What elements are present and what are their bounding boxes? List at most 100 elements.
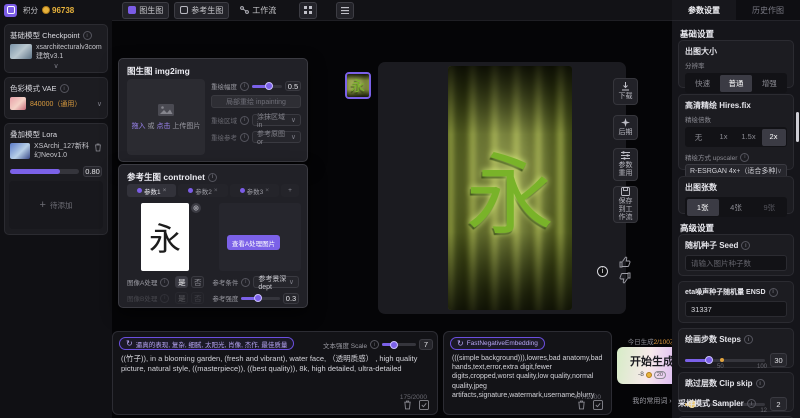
preprocess-yes-button[interactable]: 是 xyxy=(175,276,188,288)
upscaler-info-icon[interactable]: i xyxy=(740,153,749,162)
controlnet-tab-3[interactable]: 参数3 × xyxy=(230,184,279,197)
inpainting-button[interactable]: 局部重绘 inpainting xyxy=(211,95,301,108)
count-option-4[interactable]: 4张 xyxy=(720,199,752,216)
sampler-title-text: 采样模式 Sampler xyxy=(678,398,744,409)
chevron-down-icon: ∨ xyxy=(53,63,58,70)
menu-button[interactable] xyxy=(336,2,354,19)
clip-skip-info-icon[interactable]: i xyxy=(756,379,765,388)
controlnet-source-image[interactable]: 永 xyxy=(141,203,189,271)
resolution-option-fast[interactable]: 快速 xyxy=(687,75,719,92)
image-settings-button[interactable] xyxy=(191,203,201,213)
upscale-option-2x[interactable]: 2x xyxy=(762,129,786,146)
upscale-option-1x[interactable]: 1x xyxy=(712,129,736,146)
tab-history[interactable]: 历史作图 xyxy=(736,0,800,20)
dislike-button[interactable] xyxy=(619,272,631,284)
upscale-option-1-5x[interactable]: 1.5x xyxy=(737,129,761,146)
thumb-glyph: 永 xyxy=(347,74,369,97)
close-icon[interactable]: × xyxy=(265,187,269,194)
settings-scrollbar[interactable] xyxy=(796,112,799,142)
checkpoint-expand[interactable]: ∨ xyxy=(5,62,107,70)
vae-selector[interactable]: 840000（通用） ∨ xyxy=(5,97,107,110)
steps-info-icon[interactable]: i xyxy=(744,335,753,344)
scale-info-icon[interactable]: i xyxy=(370,340,379,349)
sampler-info-icon[interactable]: i xyxy=(747,399,756,408)
clear-prompt-icon[interactable] xyxy=(403,400,412,410)
checkpoint-selector[interactable]: xsarchitecturalv3com建筑v3.1 xyxy=(5,43,107,62)
checkpoint-info-icon[interactable]: i xyxy=(83,31,92,40)
coin-icon xyxy=(42,6,50,14)
image-info-button[interactable]: i xyxy=(597,266,608,277)
preprocess-no-button[interactable]: 否 xyxy=(191,276,204,288)
region-dropdown[interactable]: 涂抹区域 in ∨ xyxy=(252,114,301,126)
download-button[interactable]: 下载 xyxy=(613,78,638,105)
clear-negative-icon[interactable] xyxy=(577,400,586,410)
resolution-option-enhanced[interactable]: 增强 xyxy=(753,75,785,92)
image-upload-dropzone[interactable]: 拖入 或 点击 上传图片 xyxy=(127,79,205,155)
tab-history-label: 历史作图 xyxy=(752,5,784,16)
grid-view-button[interactable] xyxy=(299,2,317,19)
upscale-option-none[interactable]: 无 xyxy=(687,129,711,146)
controlnet-tab-1[interactable]: 参数1 × xyxy=(127,184,176,197)
close-icon[interactable]: × xyxy=(163,187,167,194)
controlnet-tab-2[interactable]: 参数2 × xyxy=(178,184,227,197)
reuse-params-button[interactable]: 参数重用 xyxy=(613,148,638,181)
region-info-icon[interactable]: i xyxy=(240,116,249,125)
vae-info-icon[interactable]: i xyxy=(60,84,69,93)
controlnet-info-icon[interactable]: i xyxy=(208,173,217,182)
seed-input[interactable]: 请输入图片种子数 xyxy=(685,255,787,271)
vae-value: 840000（通用） xyxy=(30,99,93,109)
trash-icon[interactable] xyxy=(94,143,102,152)
advanced-settings-section: 高级设置 xyxy=(680,222,714,234)
reference-dropdown[interactable]: 参考原图 or ∨ xyxy=(252,131,301,143)
condition-value: 参考景深 dept xyxy=(258,274,289,291)
denoise-info-icon[interactable]: i xyxy=(240,82,249,91)
cn-weight-slider[interactable] xyxy=(241,297,280,300)
upload-drag-label: 拖入 xyxy=(132,123,146,130)
app-logo[interactable] xyxy=(4,4,17,17)
add-controlnet-tab-button[interactable]: + xyxy=(281,184,299,197)
reference-info-icon[interactable]: i xyxy=(240,133,249,142)
lora-item[interactable]: XSArchi_127新科幻Neov1.0 xyxy=(5,143,107,160)
translate-chip[interactable]: ↻ 逼真的表现, 复杂, 细腻, 太阳光, 肖像, 杰作, 最佳质量 xyxy=(119,337,294,350)
resolution-option-normal[interactable]: 普通 xyxy=(720,75,752,92)
denoise-slider[interactable] xyxy=(252,85,282,88)
preprocess2-yes-button[interactable]: 是 xyxy=(175,292,188,304)
lora-thumbnail xyxy=(10,143,30,159)
postprocess-button[interactable]: 后期 xyxy=(613,115,638,140)
save-negative-icon[interactable] xyxy=(593,400,603,410)
add-lora-button[interactable]: + 待添加 xyxy=(9,181,103,229)
tab-parameter-settings[interactable]: 参数设置 xyxy=(672,0,736,20)
lora-weight-slider[interactable] xyxy=(10,169,79,174)
view-preprocess-button[interactable]: 查看A处理图片 xyxy=(227,235,280,250)
like-button[interactable] xyxy=(619,256,631,268)
lora-name: XSArchi_127新科幻Neov1.0 xyxy=(34,143,90,160)
generated-image[interactable]: 永 xyxy=(448,66,572,310)
condition-info-icon[interactable]: i xyxy=(241,278,250,287)
tab-workflow[interactable]: 工作流 xyxy=(235,3,281,18)
inpainting-label: 局部重绘 inpainting xyxy=(226,97,286,107)
translate-chip-text: 逼真的表现, 复杂, 细腻, 太阳光, 肖像, 杰作, 最佳质量 xyxy=(136,339,288,349)
positive-prompt-input[interactable]: ((竹子)), in a blooming garden, (fresh and… xyxy=(121,354,431,400)
result-thumbnail-selected[interactable]: 永 xyxy=(345,72,371,99)
scale-slider[interactable] xyxy=(382,343,416,346)
tab-workflow-label: 工作流 xyxy=(252,5,276,16)
save-prompt-icon[interactable] xyxy=(419,400,429,410)
steps-slider[interactable]: 50 100 xyxy=(685,359,765,362)
tab-dot-icon xyxy=(137,188,142,193)
ensd-info-icon[interactable]: i xyxy=(769,288,778,297)
ensd-input[interactable]: 31337 xyxy=(685,301,787,317)
preprocess-info-icon[interactable]: i xyxy=(160,278,169,287)
checkpoint-thumbnail xyxy=(10,44,32,59)
save-to-workflow-button[interactable]: 保存到工作流 xyxy=(613,186,638,223)
preprocess2-no-button[interactable]: 否 xyxy=(191,292,204,304)
negative-embedding-chip[interactable]: ↻ FastNegativeEmbedding xyxy=(450,337,545,350)
tab-img2img[interactable]: 图生图 xyxy=(122,2,169,19)
tab-reference[interactable]: 参考生图 xyxy=(174,2,229,19)
close-icon[interactable]: × xyxy=(214,187,218,194)
count-option-1[interactable]: 1张 xyxy=(687,199,719,216)
seed-info-icon[interactable]: i xyxy=(741,241,750,250)
count-option-9[interactable]: 9张 xyxy=(753,199,785,216)
tab-img2img-label: 图生图 xyxy=(139,5,163,16)
credits-value: 96738 xyxy=(52,6,74,15)
condition-dropdown[interactable]: 参考景深 dept ∨ xyxy=(253,276,299,288)
